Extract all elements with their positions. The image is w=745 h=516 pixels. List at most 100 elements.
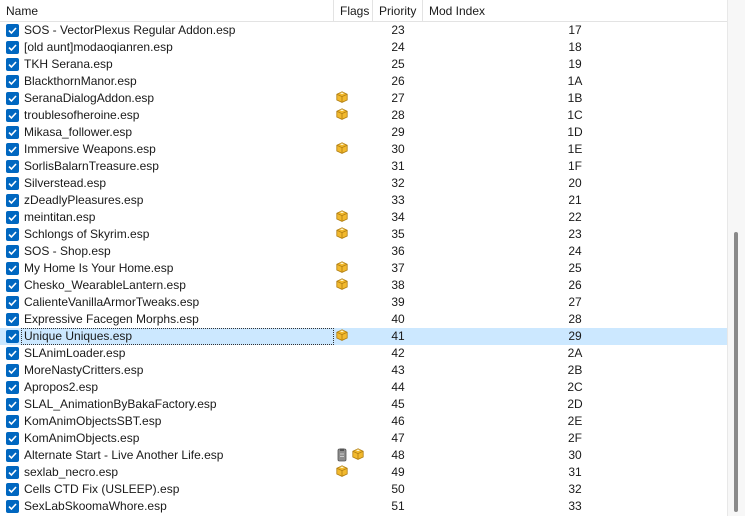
plugin-row[interactable]: Mikasa_follower.esp 29 1D: [0, 124, 727, 141]
plugin-mod-index: 2E: [567, 414, 583, 428]
plugin-mod-index: 2B: [567, 363, 583, 377]
plugin-row[interactable]: Expressive Facegen Morphs.esp 40 28: [0, 311, 727, 328]
plugin-row[interactable]: SexLabSkoomaWhore.esp 51 33: [0, 498, 727, 515]
enabled-checkbox[interactable]: [6, 398, 19, 411]
enabled-checkbox[interactable]: [6, 347, 19, 360]
plugin-row[interactable]: troublesofheroine.esp 28 1C: [0, 107, 727, 124]
plugin-row[interactable]: [old aunt]modaoqianren.esp 24 18: [0, 39, 727, 56]
plugin-row[interactable]: My Home Is Your Home.esp 37 25: [0, 260, 727, 277]
enabled-checkbox[interactable]: [6, 330, 19, 343]
plugin-row[interactable]: meintitan.esp 34 22: [0, 209, 727, 226]
plugin-row[interactable]: Immersive Weapons.esp 30 1E: [0, 141, 727, 158]
scrollbar-thumb[interactable]: [734, 232, 738, 512]
plugin-name: Silverstead.esp: [24, 176, 107, 190]
plugin-row[interactable]: SeranaDialogAddon.esp 27 1B: [0, 90, 727, 107]
plugin-row[interactable]: Apropos2.esp 44 2C: [0, 379, 727, 396]
enabled-checkbox[interactable]: [6, 466, 19, 479]
plugin-priority: 37: [391, 261, 405, 275]
plugin-priority: 50: [391, 482, 405, 496]
plugin-row[interactable]: CalienteVanillaArmorTweaks.esp 39 27: [0, 294, 727, 311]
plugin-name: sexlab_necro.esp: [24, 465, 119, 479]
plugin-flags: [336, 107, 373, 124]
plugin-flags: [336, 22, 373, 39]
column-header-priority[interactable]: Priority: [373, 0, 423, 22]
enabled-checkbox[interactable]: [6, 483, 19, 496]
enabled-checkbox[interactable]: [6, 58, 19, 71]
plugin-flags: [336, 260, 373, 277]
enabled-checkbox[interactable]: [6, 126, 19, 139]
package-icon: [352, 448, 364, 463]
plugin-mod-index: 32: [568, 482, 582, 496]
enabled-checkbox[interactable]: [6, 228, 19, 241]
enabled-checkbox[interactable]: [6, 262, 19, 275]
plugin-row[interactable]: BlackthornManor.esp 26 1A: [0, 73, 727, 90]
plugin-row[interactable]: Schlongs of Skyrim.esp 35 23: [0, 226, 727, 243]
plugin-flags: [336, 141, 373, 158]
enabled-checkbox[interactable]: [6, 432, 19, 445]
plugin-priority: 48: [391, 448, 405, 462]
plugin-mod-index: 1D: [567, 125, 583, 139]
enabled-checkbox[interactable]: [6, 194, 19, 207]
plugin-priority: 42: [391, 346, 405, 360]
plugin-priority: 51: [391, 499, 405, 513]
enabled-checkbox[interactable]: [6, 500, 19, 513]
enabled-checkbox[interactable]: [6, 296, 19, 309]
plugin-name: KomAnimObjects.esp: [24, 431, 140, 445]
package-icon: [336, 329, 348, 344]
plugin-flags: [336, 56, 373, 73]
plugin-name: Unique Uniques.esp: [21, 328, 334, 345]
plugin-row[interactable]: SLAL_AnimationByBakaFactory.esp 45 2D: [0, 396, 727, 413]
plugin-priority: 47: [391, 431, 405, 445]
plugin-name: zDeadlyPleasures.esp: [24, 193, 144, 207]
plugin-row[interactable]: SOS - Shop.esp 36 24: [0, 243, 727, 260]
plugin-flags: [336, 209, 373, 226]
enabled-checkbox[interactable]: [6, 313, 19, 326]
plugin-priority: 23: [391, 23, 405, 37]
enabled-checkbox[interactable]: [6, 24, 19, 37]
plugin-row[interactable]: MoreNastyCritters.esp 43 2B: [0, 362, 727, 379]
enabled-checkbox[interactable]: [6, 211, 19, 224]
plugin-row[interactable]: KomAnimObjectsSBT.esp 46 2E: [0, 413, 727, 430]
enabled-checkbox[interactable]: [6, 177, 19, 190]
enabled-checkbox[interactable]: [6, 449, 19, 462]
enabled-checkbox[interactable]: [6, 143, 19, 156]
enabled-checkbox[interactable]: [6, 381, 19, 394]
plugin-row[interactable]: Chesko_WearableLantern.esp 38 26: [0, 277, 727, 294]
plugin-row[interactable]: Unique Uniques.esp 41 29: [0, 328, 727, 345]
plugin-name: SOS - VectorPlexus Regular Addon.esp: [24, 23, 236, 37]
plugin-mod-index: 2F: [567, 431, 582, 445]
plugin-name: KomAnimObjectsSBT.esp: [24, 414, 162, 428]
plugin-row[interactable]: SorlisBalarnTreasure.esp 31 1F: [0, 158, 727, 175]
plugin-mod-index: 1A: [567, 74, 583, 88]
plugin-row[interactable]: Cells CTD Fix (USLEEP).esp 50 32: [0, 481, 727, 498]
plugin-row[interactable]: SOS - VectorPlexus Regular Addon.esp 23 17: [0, 22, 727, 39]
plugin-row[interactable]: Alternate Start - Live Another Life.esp 4…: [0, 447, 727, 464]
vertical-scrollbar[interactable]: [727, 0, 745, 516]
plugin-name: Cells CTD Fix (USLEEP).esp: [24, 482, 180, 496]
plugin-row[interactable]: KomAnimObjects.esp 47 2F: [0, 430, 727, 447]
plugin-row[interactable]: sexlab_necro.esp 49 31: [0, 464, 727, 481]
plugin-mod-index: 26: [568, 278, 582, 292]
plugin-mod-index: 2D: [567, 397, 583, 411]
enabled-checkbox[interactable]: [6, 279, 19, 292]
plugin-row[interactable]: Silverstead.esp 32 20: [0, 175, 727, 192]
enabled-checkbox[interactable]: [6, 75, 19, 88]
plugin-flags: [336, 158, 373, 175]
enabled-checkbox[interactable]: [6, 109, 19, 122]
enabled-checkbox[interactable]: [6, 245, 19, 258]
plugin-row[interactable]: SLAnimLoader.esp 42 2A: [0, 345, 727, 362]
plugin-mod-index: 31: [568, 465, 582, 479]
enabled-checkbox[interactable]: [6, 41, 19, 54]
enabled-checkbox[interactable]: [6, 364, 19, 377]
enabled-checkbox[interactable]: [6, 160, 19, 173]
column-header-flags[interactable]: Flags: [334, 0, 373, 22]
plugin-row[interactable]: zDeadlyPleasures.esp 33 21: [0, 192, 727, 209]
plugin-priority: 35: [391, 227, 405, 241]
plugin-flags: [336, 396, 373, 413]
plugin-row[interactable]: TKH Serana.esp 25 19: [0, 56, 727, 73]
column-header-mod-index[interactable]: Mod Index: [423, 0, 727, 22]
enabled-checkbox[interactable]: [6, 415, 19, 428]
plugin-name: Mikasa_follower.esp: [24, 125, 133, 139]
column-header-name[interactable]: Name: [0, 0, 334, 22]
enabled-checkbox[interactable]: [6, 92, 19, 105]
